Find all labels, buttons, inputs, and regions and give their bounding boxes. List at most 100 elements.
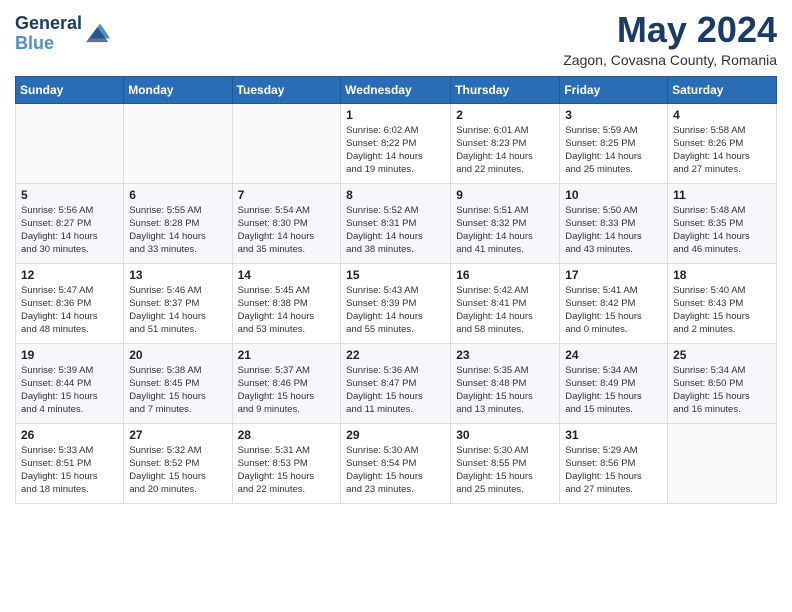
- weekday-header-saturday: Saturday: [668, 76, 777, 103]
- calendar-cell: 13 Sunrise: 5:46 AM Sunset: 8:37 PM Dayli…: [124, 263, 232, 343]
- weekday-header-tuesday: Tuesday: [232, 76, 341, 103]
- day-info: Sunrise: 5:55 AM Sunset: 8:28 PM Dayligh…: [129, 204, 226, 257]
- day-number: 15: [346, 268, 445, 282]
- calendar-cell: 5Sunrise: 5:56 AM Sunset: 8:27 PM Daylig…: [16, 183, 124, 263]
- day-info: Sunrise: 5:39 AM Sunset: 8:44 PM Dayligh…: [21, 364, 118, 417]
- day-number: 30: [456, 428, 554, 442]
- day-info: Sunrise: 5:52 AM Sunset: 8:31 PM Dayligh…: [346, 204, 445, 257]
- day-info: Sunrise: 5:42 AM Sunset: 8:41 PM Dayligh…: [456, 284, 554, 337]
- calendar-cell: 15 Sunrise: 5:43 AM Sunset: 8:39 PM Dayli…: [341, 263, 451, 343]
- day-info: Sunrise: 5:34 AM Sunset: 8:50 PM Dayligh…: [673, 364, 771, 417]
- logo-line2: Blue: [15, 34, 82, 54]
- day-info: Sunrise: 5:43 AM Sunset: 8:39 PM Dayligh…: [346, 284, 445, 337]
- day-info: Sunrise: 5:47 AM Sunset: 8:36 PM Dayligh…: [21, 284, 118, 337]
- calendar-cell: 19 Sunrise: 5:39 AM Sunset: 8:44 PM Dayli…: [16, 343, 124, 423]
- weekday-header-sunday: Sunday: [16, 76, 124, 103]
- weekday-header-thursday: Thursday: [451, 76, 560, 103]
- day-info: Sunrise: 5:37 AM Sunset: 8:46 PM Dayligh…: [238, 364, 336, 417]
- day-number: 3: [565, 108, 662, 122]
- logo-icon: [86, 16, 114, 44]
- day-number: 24: [565, 348, 662, 362]
- calendar-cell: [124, 103, 232, 183]
- day-number: 4: [673, 108, 771, 122]
- day-info: Sunrise: 5:41 AM Sunset: 8:42 PM Dayligh…: [565, 284, 662, 337]
- calendar-cell: 24 Sunrise: 5:34 AM Sunset: 8:49 PM Dayli…: [560, 343, 668, 423]
- calendar-cell: 17 Sunrise: 5:41 AM Sunset: 8:42 PM Dayli…: [560, 263, 668, 343]
- day-info: Sunrise: 5:54 AM Sunset: 8:30 PM Dayligh…: [238, 204, 336, 257]
- calendar-cell: 1 Sunrise: 6:02 AM Sunset: 8:22 PM Daylig…: [341, 103, 451, 183]
- day-info: Sunrise: 5:35 AM Sunset: 8:48 PM Dayligh…: [456, 364, 554, 417]
- day-info: Sunrise: 5:34 AM Sunset: 8:49 PM Dayligh…: [565, 364, 662, 417]
- calendar-cell: 4 Sunrise: 5:58 AM Sunset: 8:26 PM Daylig…: [668, 103, 777, 183]
- calendar-cell: 31 Sunrise: 5:29 AM Sunset: 8:56 PM Dayli…: [560, 423, 668, 503]
- day-number: 27: [129, 428, 226, 442]
- day-number: 20: [129, 348, 226, 362]
- weekday-header-friday: Friday: [560, 76, 668, 103]
- day-number: 19: [21, 348, 118, 362]
- calendar-cell: 30 Sunrise: 5:30 AM Sunset: 8:55 PM Dayli…: [451, 423, 560, 503]
- week-row-3: 12Sunrise: 5:47 AM Sunset: 8:36 PM Dayli…: [16, 263, 777, 343]
- calendar-cell: 3 Sunrise: 5:59 AM Sunset: 8:25 PM Daylig…: [560, 103, 668, 183]
- day-info: Sunrise: 5:30 AM Sunset: 8:54 PM Dayligh…: [346, 444, 445, 497]
- day-number: 17: [565, 268, 662, 282]
- calendar-cell: 27 Sunrise: 5:32 AM Sunset: 8:52 PM Dayli…: [124, 423, 232, 503]
- calendar-cell: 18 Sunrise: 5:40 AM Sunset: 8:43 PM Dayli…: [668, 263, 777, 343]
- day-info: Sunrise: 6:02 AM Sunset: 8:22 PM Dayligh…: [346, 124, 445, 177]
- day-number: 18: [673, 268, 771, 282]
- month-title: May 2024: [563, 10, 777, 50]
- day-number: 10: [565, 188, 662, 202]
- day-info: Sunrise: 5:32 AM Sunset: 8:52 PM Dayligh…: [129, 444, 226, 497]
- calendar-cell: 11Sunrise: 5:48 AM Sunset: 8:35 PM Dayli…: [668, 183, 777, 263]
- day-info: Sunrise: 5:30 AM Sunset: 8:55 PM Dayligh…: [456, 444, 554, 497]
- calendar-cell: 8 Sunrise: 5:52 AM Sunset: 8:31 PM Daylig…: [341, 183, 451, 263]
- day-number: 9: [456, 188, 554, 202]
- day-info: Sunrise: 5:50 AM Sunset: 8:33 PM Dayligh…: [565, 204, 662, 257]
- day-number: 2: [456, 108, 554, 122]
- calendar-cell: 16Sunrise: 5:42 AM Sunset: 8:41 PM Dayli…: [451, 263, 560, 343]
- day-info: Sunrise: 5:33 AM Sunset: 8:51 PM Dayligh…: [21, 444, 118, 497]
- day-number: 28: [238, 428, 336, 442]
- day-number: 31: [565, 428, 662, 442]
- calendar-cell: 29 Sunrise: 5:30 AM Sunset: 8:54 PM Dayli…: [341, 423, 451, 503]
- day-number: 25: [673, 348, 771, 362]
- day-number: 1: [346, 108, 445, 122]
- logo: General Blue: [15, 14, 114, 54]
- title-block: May 2024 Zagon, Covasna County, Romania: [563, 10, 777, 68]
- weekday-header-monday: Monday: [124, 76, 232, 103]
- calendar-cell: 9 Sunrise: 5:51 AM Sunset: 8:32 PM Daylig…: [451, 183, 560, 263]
- week-row-1: 1 Sunrise: 6:02 AM Sunset: 8:22 PM Daylig…: [16, 103, 777, 183]
- calendar-cell: [668, 423, 777, 503]
- calendar-cell: 22 Sunrise: 5:36 AM Sunset: 8:47 PM Dayli…: [341, 343, 451, 423]
- day-info: Sunrise: 5:59 AM Sunset: 8:25 PM Dayligh…: [565, 124, 662, 177]
- calendar-cell: [232, 103, 341, 183]
- calendar-cell: [16, 103, 124, 183]
- day-info: Sunrise: 5:36 AM Sunset: 8:47 PM Dayligh…: [346, 364, 445, 417]
- weekday-header-row: SundayMondayTuesdayWednesdayThursdayFrid…: [16, 76, 777, 103]
- day-number: 13: [129, 268, 226, 282]
- location: Zagon, Covasna County, Romania: [563, 52, 777, 68]
- day-info: Sunrise: 5:46 AM Sunset: 8:37 PM Dayligh…: [129, 284, 226, 337]
- day-info: Sunrise: 5:29 AM Sunset: 8:56 PM Dayligh…: [565, 444, 662, 497]
- calendar-table: SundayMondayTuesdayWednesdayThursdayFrid…: [15, 76, 777, 504]
- logo-text: General Blue: [15, 14, 82, 54]
- calendar-cell: 25 Sunrise: 5:34 AM Sunset: 8:50 PM Dayli…: [668, 343, 777, 423]
- day-info: Sunrise: 5:45 AM Sunset: 8:38 PM Dayligh…: [238, 284, 336, 337]
- day-number: 29: [346, 428, 445, 442]
- calendar-cell: 10 Sunrise: 5:50 AM Sunset: 8:33 PM Dayli…: [560, 183, 668, 263]
- day-number: 22: [346, 348, 445, 362]
- day-info: Sunrise: 5:58 AM Sunset: 8:26 PM Dayligh…: [673, 124, 771, 177]
- calendar-cell: 6Sunrise: 5:55 AM Sunset: 8:28 PM Daylig…: [124, 183, 232, 263]
- calendar-cell: 7Sunrise: 5:54 AM Sunset: 8:30 PM Daylig…: [232, 183, 341, 263]
- day-info: Sunrise: 5:51 AM Sunset: 8:32 PM Dayligh…: [456, 204, 554, 257]
- day-info: Sunrise: 6:01 AM Sunset: 8:23 PM Dayligh…: [456, 124, 554, 177]
- day-info: Sunrise: 5:40 AM Sunset: 8:43 PM Dayligh…: [673, 284, 771, 337]
- day-number: 5: [21, 188, 118, 202]
- day-info: Sunrise: 5:31 AM Sunset: 8:53 PM Dayligh…: [238, 444, 336, 497]
- day-info: Sunrise: 5:38 AM Sunset: 8:45 PM Dayligh…: [129, 364, 226, 417]
- day-number: 8: [346, 188, 445, 202]
- day-number: 14: [238, 268, 336, 282]
- calendar-cell: 2 Sunrise: 6:01 AM Sunset: 8:23 PM Daylig…: [451, 103, 560, 183]
- logo-line1: General: [15, 14, 82, 34]
- weekday-header-wednesday: Wednesday: [341, 76, 451, 103]
- week-row-2: 5Sunrise: 5:56 AM Sunset: 8:27 PM Daylig…: [16, 183, 777, 263]
